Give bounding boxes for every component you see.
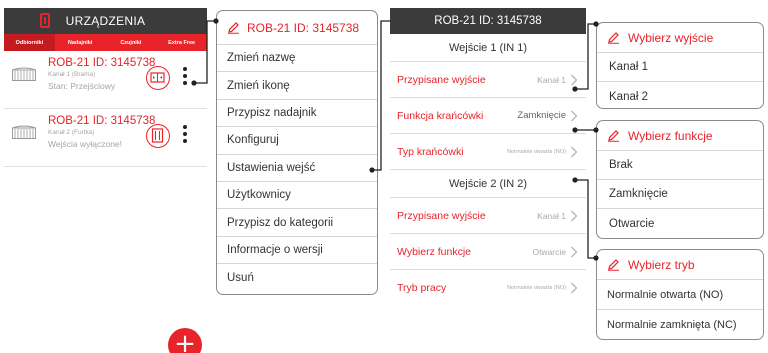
option-normally-closed[interactable]: Normalnie zamknięta (NC) — [597, 310, 763, 339]
gate-control-button[interactable] — [146, 66, 170, 90]
devices-screen: URZĄDZENIA Odbiorniki Nadajniki Czujniki… — [4, 8, 207, 353]
input-settings-header: ROB-21 ID: 3145738 — [390, 8, 586, 34]
input-settings-screen: ROB-21 ID: 3145738 Wejście 1 (IN 1) Przy… — [390, 8, 586, 353]
tab-transmitters[interactable]: Nadajniki — [55, 34, 106, 51]
device-status: Stan: Przejściowy — [48, 81, 116, 91]
option-channel-2[interactable]: Kanał 2 — [597, 82, 763, 108]
menu-item-input-settings[interactable]: Ustawienia wejść — [217, 155, 377, 182]
device-menu-header: ROB-21 ID: 3145738 — [217, 11, 377, 45]
device-type-tabs: Odbiorniki Nadajniki Czujniki Extra Free — [4, 34, 207, 51]
menu-item-assign-category[interactable]: Przypisz do kategorii — [217, 209, 377, 237]
input-1-assigned-output-row[interactable]: Przypisane wyjście Kanał 1 — [390, 62, 586, 98]
option-normally-open[interactable]: Normalnie otwarta (NO) — [597, 280, 763, 310]
input-1-limit-switch-function-row[interactable]: Funkcja krańcówki Zamknięcie — [390, 98, 586, 134]
row-label: Przypisane wyjście — [397, 209, 486, 222]
menu-item-assign-transmitter[interactable]: Przypisz nadajnik — [217, 100, 377, 128]
add-device-button[interactable]: + — [168, 328, 202, 353]
popup-title: Wybierz wyjście — [628, 30, 714, 45]
device-status: Wejścia wyłączone! — [48, 139, 123, 149]
device-channel: Kanał 1 (Brama) — [48, 71, 96, 78]
row-value: Normalnie otwarta (NO) — [506, 148, 566, 155]
menu-item-version-info[interactable]: Informacje o wersji — [217, 237, 377, 265]
popup-title: Wybierz funkcje — [628, 128, 713, 143]
row-label: Tryb pracy — [397, 282, 447, 294]
pencil-icon — [608, 130, 619, 142]
input-1-header: Wejście 1 (IN 1) — [390, 34, 586, 62]
row-label: Typ krańcówki — [397, 145, 464, 158]
input-2-operating-mode-row[interactable]: Tryb pracy Normalnie otwarta (NO) — [390, 270, 586, 306]
popup-header: Wybierz funkcje — [597, 121, 763, 151]
input-2-header: Wejście 2 (IN 2) — [390, 170, 586, 198]
pencil-icon — [228, 22, 239, 34]
input-2-assigned-output-row[interactable]: Przypisane wyjście Kanał 1 — [390, 198, 586, 234]
option-none[interactable]: Brak — [597, 151, 763, 180]
chevron-right-icon — [571, 246, 578, 258]
menu-item-change-icon[interactable]: Zmień ikonę — [217, 72, 377, 100]
menu-item-delete[interactable]: Usuń — [217, 264, 377, 291]
row-value: Zamknięcie — [517, 110, 566, 121]
option-channel-1[interactable]: Kanał 1 — [597, 53, 763, 82]
device-menu-title: ROB-21 ID: 3145738 — [247, 20, 360, 35]
popup-header: Wybierz tryb — [597, 250, 763, 280]
input-1-limit-switch-type-row[interactable]: Typ krańcówki Normalnie otwarta (NO) — [390, 134, 586, 170]
popup-header: Wybierz wyjście — [597, 23, 763, 53]
device-channel: Kanał 2 (Furtka) — [48, 129, 95, 136]
device-item-1[interactable]: ROB-21 ID: 3145738 Kanał 1 (Brama) Stan:… — [4, 51, 207, 109]
option-closing[interactable]: Zamknięcie — [597, 180, 763, 209]
tab-sensors[interactable]: Czujniki — [106, 34, 157, 51]
option-opening[interactable]: Otwarcie — [597, 209, 763, 238]
device-item-2[interactable]: ROB-21 ID: 3145738 Kanał 2 (Furtka) Wejś… — [4, 109, 207, 167]
device-menu-popup: ROB-21 ID: 3145738 Zmień nazwę Zmień iko… — [216, 10, 378, 295]
input-2-function-row[interactable]: Wybierz funkcje Otwarcie — [390, 234, 586, 270]
menu-item-configure[interactable]: Konfiguruj — [217, 127, 377, 155]
screen-title: URZĄDZENIA — [65, 14, 146, 28]
row-value: Otwarcie — [532, 246, 566, 257]
pencil-icon — [608, 32, 619, 44]
tab-extra-free[interactable]: Extra Free — [156, 34, 207, 51]
select-function-popup: Wybierz funkcje Brak Zamknięcie Otwarcie — [596, 120, 764, 239]
app-logo-icon — [40, 13, 50, 28]
chevron-right-icon — [571, 74, 578, 86]
chevron-right-icon — [571, 146, 578, 158]
chevron-right-icon — [571, 110, 578, 122]
more-options-icon[interactable] — [182, 67, 188, 89]
menu-item-rename[interactable]: Zmień nazwę — [217, 45, 377, 73]
wicket-control-button[interactable] — [146, 124, 170, 148]
pencil-icon — [608, 259, 619, 271]
more-options-icon[interactable] — [182, 125, 188, 147]
device-title: ROB-21 ID: 3145738 — [48, 115, 156, 127]
app-header: URZĄDZENIA — [4, 8, 207, 34]
chevron-right-icon — [571, 282, 578, 294]
chevron-right-icon — [571, 210, 578, 222]
gate-icon — [12, 67, 36, 81]
select-output-popup: Wybierz wyjście Kanał 1 Kanał 2 — [596, 22, 764, 109]
menu-item-users[interactable]: Użytkownicy — [217, 182, 377, 210]
popup-title: Wybierz tryb — [628, 257, 695, 272]
row-value: Normalnie otwarta (NO) — [506, 285, 566, 291]
sliding-gate-icon — [150, 72, 165, 83]
select-mode-popup: Wybierz tryb Normalnie otwarta (NO) Norm… — [596, 249, 764, 340]
row-label: Wybierz funkcje — [397, 245, 472, 258]
row-value: Kanał 1 — [537, 210, 566, 221]
row-label: Funkcja krańcówki — [397, 109, 484, 122]
wicket-gate-icon — [151, 128, 164, 143]
row-label: Przypisane wyjście — [397, 73, 486, 86]
gate-icon — [12, 125, 36, 139]
device-title: ROB-21 ID: 3145738 — [48, 57, 156, 69]
tab-receivers[interactable]: Odbiorniki — [4, 34, 55, 51]
row-value: Kanał 1 — [537, 74, 566, 85]
